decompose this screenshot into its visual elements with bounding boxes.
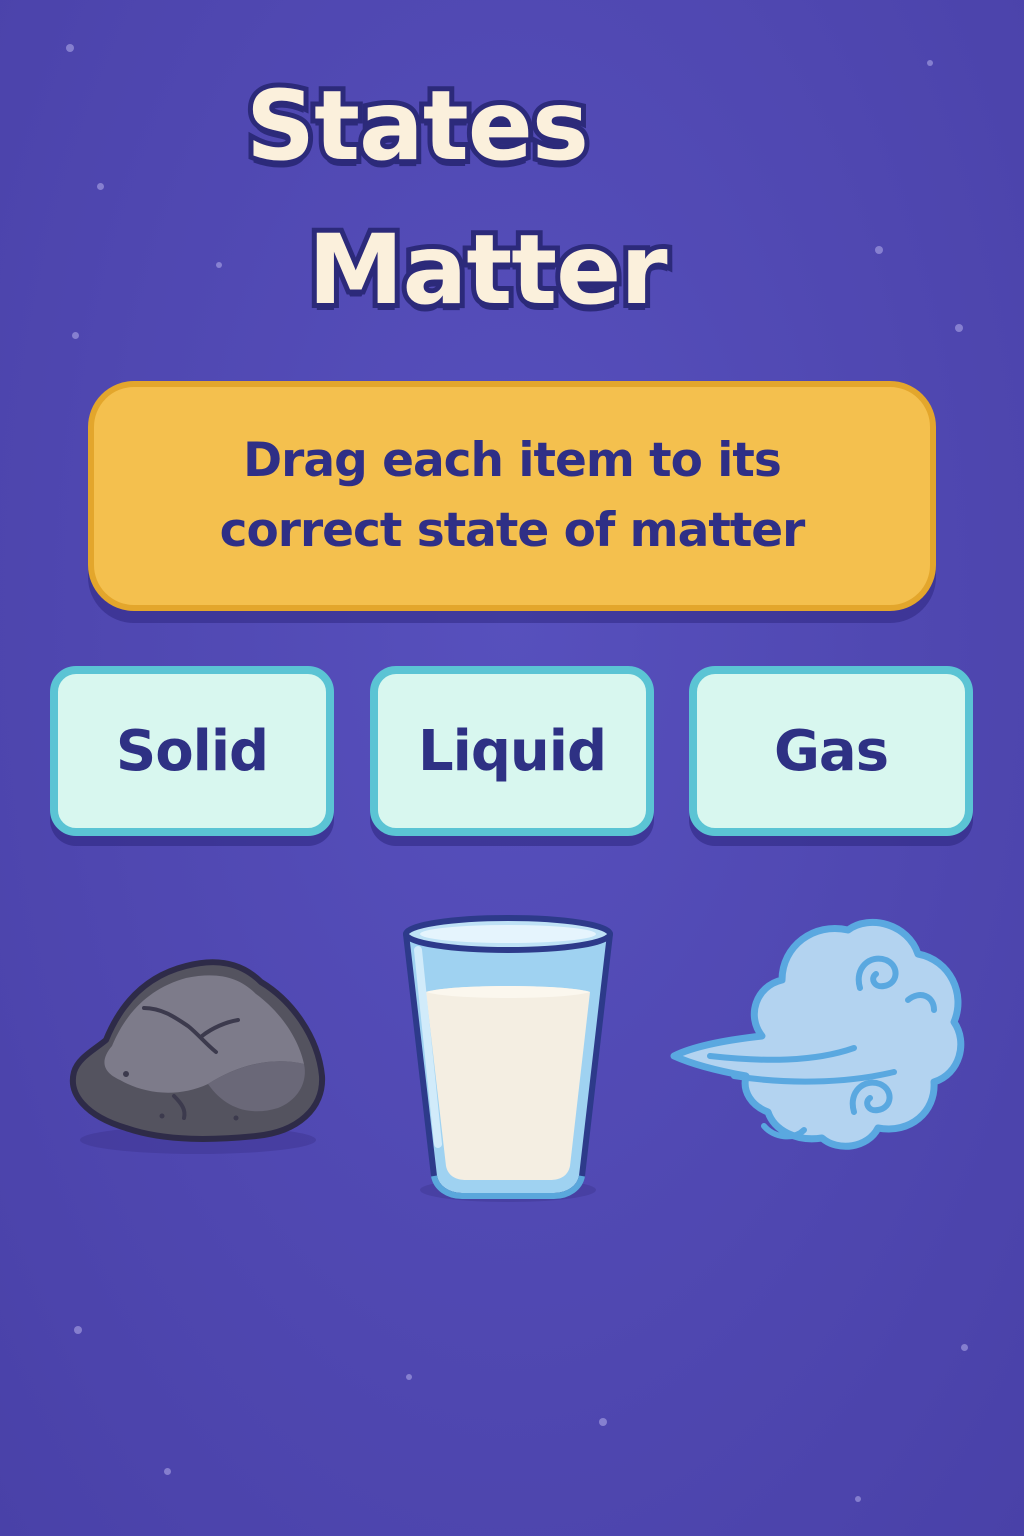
star-decoration xyxy=(66,44,74,52)
rock-icon xyxy=(69,959,326,1154)
glass-of-milk-draggable-item[interactable] xyxy=(396,904,620,1204)
star-decoration xyxy=(74,1326,82,1334)
instruction-text: Drag each item to its correct state of m… xyxy=(219,426,806,566)
star-decoration xyxy=(875,246,883,254)
gas-drop-zone[interactable]: Gas xyxy=(689,666,973,836)
star-decoration xyxy=(406,1374,412,1380)
star-decoration xyxy=(961,1344,968,1351)
wind-cloud-icon xyxy=(670,918,965,1150)
instruction-banner: Drag each item to its correct state of m… xyxy=(88,381,936,611)
instruction-line-2: correct state of matter xyxy=(219,503,806,558)
star-decoration xyxy=(955,324,963,332)
star-decoration xyxy=(855,1496,861,1502)
game-title-line-2: Matter xyxy=(303,214,673,326)
solid-drop-zone[interactable]: Solid xyxy=(50,666,334,836)
solid-label: Solid xyxy=(115,718,269,784)
instruction-line-1: Drag each item to its xyxy=(243,433,782,488)
liquid-drop-zone[interactable]: Liquid xyxy=(370,666,654,836)
star-decoration xyxy=(599,1418,607,1426)
star-decoration xyxy=(164,1468,171,1475)
game-title-line-1: States xyxy=(241,70,594,182)
liquid-label: Liquid xyxy=(417,718,607,784)
star-decoration xyxy=(97,183,104,190)
glass-of-milk-icon xyxy=(403,915,613,1202)
star-decoration xyxy=(927,60,933,66)
star-decoration xyxy=(216,262,222,268)
wind-cloud-draggable-item[interactable] xyxy=(664,916,970,1164)
rock-draggable-item[interactable] xyxy=(66,948,328,1158)
gas-label: Gas xyxy=(773,718,889,784)
star-decoration xyxy=(72,332,79,339)
